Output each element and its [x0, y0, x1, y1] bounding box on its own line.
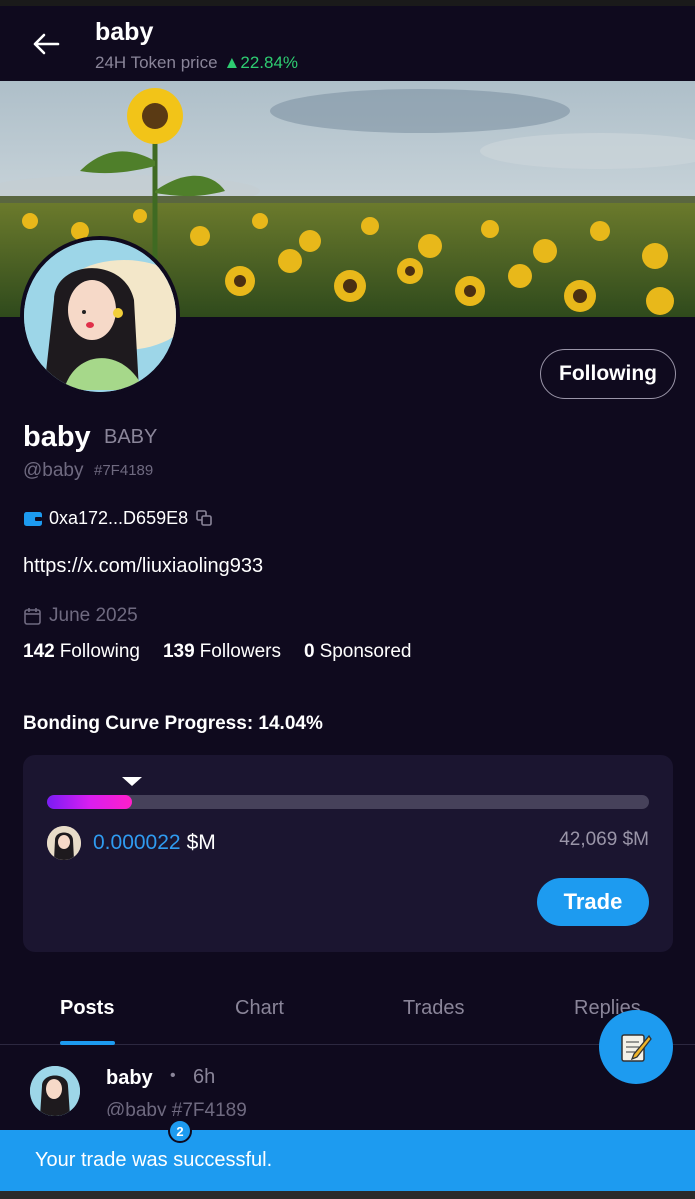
wallet-row: 0xa172...D659E8 [23, 506, 212, 530]
trade-button[interactable]: Trade [537, 878, 649, 926]
tab-trades[interactable]: Trades [403, 997, 465, 1020]
profile-name: baby [23, 421, 91, 453]
avatar-image [24, 240, 176, 392]
stat-label: Sponsored [319, 641, 412, 662]
post-avatar[interactable] [30, 1066, 80, 1116]
price-change: ▲22.84% [223, 53, 299, 72]
post-item[interactable]: baby • 6h @baby #7F4189 [0, 1046, 695, 1116]
progress-track [47, 795, 649, 809]
header-title: baby [95, 18, 154, 46]
profile-handle: @baby [23, 460, 84, 481]
stat-label: Following [59, 641, 140, 662]
progress-fill [47, 795, 132, 809]
stat-label: Followers [199, 641, 281, 662]
price-value: 0.000022 [93, 831, 181, 854]
system-nav-bar [0, 1191, 695, 1199]
progress-marker [122, 777, 142, 786]
price-unit: $M [186, 831, 216, 854]
active-tab-indicator [60, 1041, 115, 1045]
back-button[interactable] [28, 26, 64, 62]
toast-count-badge: 2 [168, 1119, 192, 1143]
profile-avatar[interactable] [20, 236, 180, 396]
current-price: 0.000022 $M [93, 831, 216, 855]
profile-handle-id: #7F4189 [94, 462, 154, 479]
joined-date: June 2025 [23, 605, 138, 627]
token-avatar [47, 826, 81, 860]
following-button[interactable]: Following [540, 349, 676, 399]
profile-link[interactable]: https://x.com/liuxiaoling933 [23, 555, 263, 578]
stat-followers[interactable]: 139 Followers [163, 641, 281, 663]
calendar-icon [24, 607, 41, 625]
tab-posts[interactable]: Posts [60, 997, 114, 1020]
toast-message: Your trade was successful. [35, 1149, 273, 1171]
stat-count: 0 [303, 641, 315, 662]
tab-chart[interactable]: Chart [235, 997, 284, 1020]
arrow-left-icon [33, 33, 60, 55]
profile-tabs: Posts Chart Trades Replies [0, 985, 695, 1045]
bonding-curve-card: 0.000022 $M 42,069 $M Trade [23, 755, 673, 952]
bonding-curve-label: Bonding Curve Progress: 14.04% [23, 713, 323, 734]
wallet-icon [24, 511, 42, 526]
compose-icon [621, 1034, 652, 1062]
token-price-label: 24H Token price [95, 53, 218, 72]
wallet-address: 0xa172...D659E8 [49, 507, 189, 528]
joined-text: June 2025 [49, 605, 138, 626]
app-header: baby 24H Token price ▲22.84% [0, 6, 695, 81]
stat-sponsored[interactable]: 0 Sponsored [304, 641, 411, 663]
post-separator: • [170, 1067, 176, 1084]
header-subtitle: 24H Token price ▲22.84% [95, 53, 298, 73]
toast-notification[interactable]: Your trade was successful. [0, 1130, 695, 1191]
copy-icon[interactable] [196, 510, 212, 526]
post-author-handle: @baby #7F4189 [106, 1100, 247, 1116]
post-author-name: baby [106, 1067, 153, 1089]
stat-count: 139 [162, 641, 195, 662]
target-price: 42,069 $M [559, 829, 649, 850]
stat-following[interactable]: 142 Following [23, 641, 140, 663]
compose-button[interactable] [599, 1010, 673, 1084]
post-time: 6h [193, 1066, 216, 1088]
profile-stats: 142 Following 139 Followers 0 Sponsored [23, 641, 434, 663]
profile-ticker: BABY [104, 426, 158, 448]
stat-count: 142 [23, 641, 55, 662]
